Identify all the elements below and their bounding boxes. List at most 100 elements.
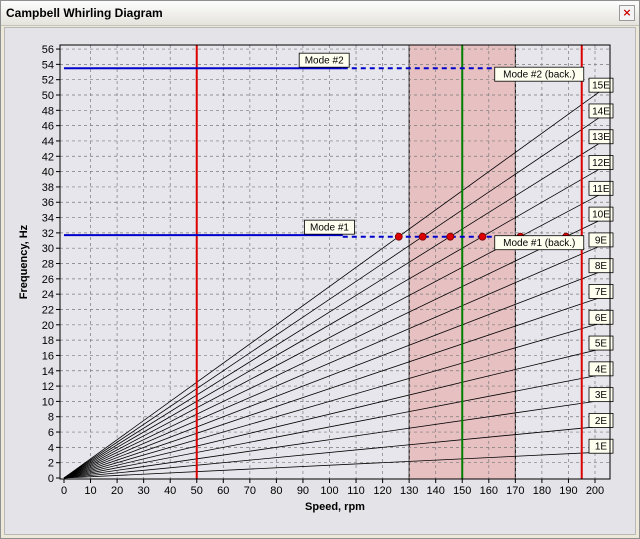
x-axis-title: Speed, rpm (305, 501, 365, 513)
excitation-label-text: 8E (595, 261, 608, 272)
excitation-label: 14E (588, 103, 614, 119)
excitation-label-text: 14E (592, 106, 610, 117)
y-tick-label: 4 (48, 442, 54, 454)
mode-label: Mode #2 (298, 52, 350, 68)
x-tick-label: 200 (586, 485, 604, 497)
excitation-label-text: 10E (592, 210, 610, 221)
x-tick-label: 80 (270, 485, 282, 497)
y-tick-label: 20 (42, 320, 54, 332)
y-tick-label: 28 (42, 259, 54, 271)
excitation-label: 1E (588, 438, 614, 454)
close-button[interactable]: × (619, 5, 635, 21)
close-icon: × (622, 6, 632, 19)
mode-label-text: Mode #1 (310, 223, 349, 234)
y-tick-label: 6 (48, 427, 54, 439)
excitation-label: 7E (588, 284, 614, 299)
backward-mode-label-text: Mode #2 (back.) (503, 70, 575, 81)
excitation-label: 6E (588, 309, 614, 325)
y-tick-label: 10 (42, 396, 54, 408)
y-tick-label: 30 (42, 243, 54, 255)
y-tick-label: 34 (42, 213, 54, 225)
excitation-label: 15E (588, 77, 614, 93)
y-axis-title: Frequency, Hz (18, 224, 30, 299)
y-tick-label: 50 (42, 90, 54, 102)
mode-label: Mode #1 (304, 219, 355, 235)
y-tick-label: 12 (42, 381, 54, 393)
y-tick-label: 24 (42, 289, 54, 301)
campbell-chart: 0 10 20 30 40 50 60 70 80 90 100 110 120 130 140 150 160… (18, 44, 614, 513)
x-tick-label: 150 (453, 485, 471, 497)
excitation-label: 10E (588, 206, 614, 222)
y-tick-label: 26 (42, 274, 54, 286)
intersection-point (446, 232, 455, 241)
y-tick-label: 54 (42, 59, 54, 71)
x-tick-label: 10 (84, 485, 96, 497)
excitation-label: 11E (588, 180, 614, 196)
y-tick-label: 36 (42, 197, 54, 209)
excitation-label-text: 7E (595, 287, 608, 298)
x-tick-label: 20 (111, 485, 123, 497)
excitation-label: 3E (588, 387, 614, 403)
y-tick-label: 2 (48, 458, 54, 470)
x-tick-label: 140 (427, 485, 445, 497)
y-tick-label: 52 (42, 75, 54, 87)
excitation-label: 13E (588, 129, 614, 145)
campbell-window: Campbell Whirling Diagram × 0 10 20 30 40 50 6… (0, 0, 640, 539)
x-tick-label: 100 (320, 485, 338, 497)
excitation-label-text: 2E (595, 416, 608, 427)
x-tick-label: 60 (217, 485, 229, 497)
x-tick-label: 30 (138, 485, 150, 497)
excitation-label: 2E (588, 413, 614, 428)
y-tick-label: 22 (42, 304, 54, 316)
y-tick-label: 56 (42, 44, 54, 56)
y-tick-label: 48 (42, 105, 54, 117)
excitation-label: 5E (588, 335, 614, 351)
excitation-label-text: 4E (595, 364, 608, 375)
y-tick-label: 44 (42, 136, 54, 148)
x-tick-label: 50 (191, 485, 203, 497)
chart-area: 0 10 20 30 40 50 60 70 80 90 100 110 120 130 140 150 160… (4, 27, 636, 535)
excitation-label-text: 15E (592, 81, 610, 92)
y-tick-label: 8 (48, 412, 54, 424)
excitation-label-text: 9E (595, 235, 608, 246)
excitation-label: 12E (588, 155, 614, 170)
excitation-label-text: 13E (592, 132, 610, 143)
y-tick-label: 32 (42, 228, 54, 240)
excitation-label: 8E (588, 258, 614, 274)
y-tick-label: 0 (48, 473, 54, 485)
x-tick-label: 70 (244, 485, 256, 497)
x-tick-label: 0 (61, 485, 67, 497)
title-bar: Campbell Whirling Diagram × (1, 1, 639, 26)
x-tick-label: 190 (559, 485, 577, 497)
excitation-label-text: 12E (592, 158, 610, 169)
intersection-point (418, 232, 427, 241)
excitation-label-text: 3E (595, 390, 608, 401)
y-tick-label: 16 (42, 350, 54, 362)
x-tick-label: 40 (164, 485, 176, 497)
backward-mode-label: Mode #2 (back.) (494, 66, 585, 82)
x-tick-label: 180 (533, 485, 551, 497)
plot-background (60, 45, 610, 479)
x-tick-label: 170 (506, 485, 524, 497)
x-tick-label: 130 (400, 485, 418, 497)
window-title: Campbell Whirling Diagram (6, 6, 163, 20)
y-tick-label: 38 (42, 182, 54, 194)
x-tick-label: 110 (347, 485, 365, 497)
mode-label-text: Mode #2 (305, 56, 344, 67)
excitation-label-text: 6E (595, 313, 608, 324)
excitation-label-text: 5E (595, 339, 608, 350)
excitation-label-text: 1E (595, 442, 608, 453)
y-tick-label: 14 (42, 366, 54, 378)
x-tick-label: 160 (480, 485, 498, 497)
excitation-label: 4E (588, 361, 614, 377)
intersection-point (394, 232, 403, 241)
y-tick-label: 42 (42, 151, 54, 163)
y-tick-label: 46 (42, 121, 54, 133)
excitation-label: 9E (588, 232, 614, 248)
backward-mode-label: Mode #1 (back.) (494, 235, 585, 251)
y-tick-label: 18 (42, 335, 54, 347)
x-tick-label: 90 (297, 485, 309, 497)
y-tick-label: 40 (42, 167, 54, 179)
intersection-point (478, 232, 487, 241)
backward-mode-label-text: Mode #1 (back.) (503, 238, 575, 249)
